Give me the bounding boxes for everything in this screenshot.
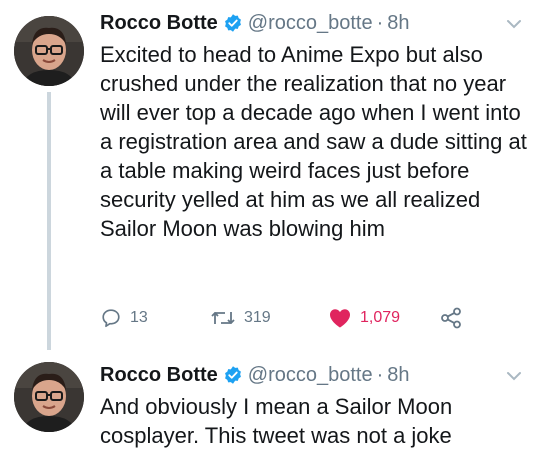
- tweet-text: Excited to head to Anime Expo but also c…: [100, 42, 527, 241]
- avatar-image: [14, 16, 84, 86]
- avatar-image: [14, 362, 84, 432]
- tweet-header: Rocco Botte @rocco_botte · 8h: [100, 8, 528, 38]
- separator-dot: ·: [376, 363, 384, 386]
- timestamp[interactable]: 8h: [387, 364, 409, 387]
- heart-icon: [330, 309, 350, 328]
- tweet[interactable]: Rocco Botte @rocco_botte · 8h And obviou…: [0, 352, 540, 456]
- reply-icon: [102, 309, 120, 328]
- tweet-text: And obviously I mean a Sailor Moon cospl…: [100, 394, 453, 448]
- reply-button[interactable]: 13: [100, 307, 148, 329]
- share-button[interactable]: [440, 307, 470, 329]
- tweet[interactable]: Rocco Botte @rocco_botte · 8h Excited to…: [0, 0, 540, 352]
- handle[interactable]: @rocco_botte: [248, 12, 373, 35]
- chevron-down-icon[interactable]: [506, 18, 522, 30]
- display-name[interactable]: Rocco Botte: [100, 364, 218, 387]
- tweet-header: Rocco Botte @rocco_botte · 8h: [100, 360, 528, 390]
- reply-count: 13: [130, 309, 148, 326]
- avatar[interactable]: [14, 16, 84, 86]
- separator-dot: ·: [376, 11, 384, 34]
- chevron-down-icon[interactable]: [506, 370, 522, 382]
- retweet-count: 319: [244, 309, 271, 326]
- handle[interactable]: @rocco_botte: [248, 364, 373, 387]
- timestamp[interactable]: 8h: [387, 12, 409, 35]
- like-button[interactable]: 1,079: [328, 307, 400, 329]
- retweet-button[interactable]: 319: [210, 307, 271, 329]
- display-name[interactable]: Rocco Botte: [100, 12, 218, 35]
- thread-connector-line: [47, 92, 51, 350]
- tweet-actions: 13 319 1,079: [100, 303, 480, 335]
- avatar[interactable]: [14, 362, 84, 432]
- verified-badge-icon: [223, 13, 243, 33]
- like-count: 1,079: [360, 309, 401, 326]
- verified-badge-icon: [223, 365, 243, 385]
- retweet-icon: [211, 312, 235, 324]
- share-icon: [441, 307, 461, 329]
